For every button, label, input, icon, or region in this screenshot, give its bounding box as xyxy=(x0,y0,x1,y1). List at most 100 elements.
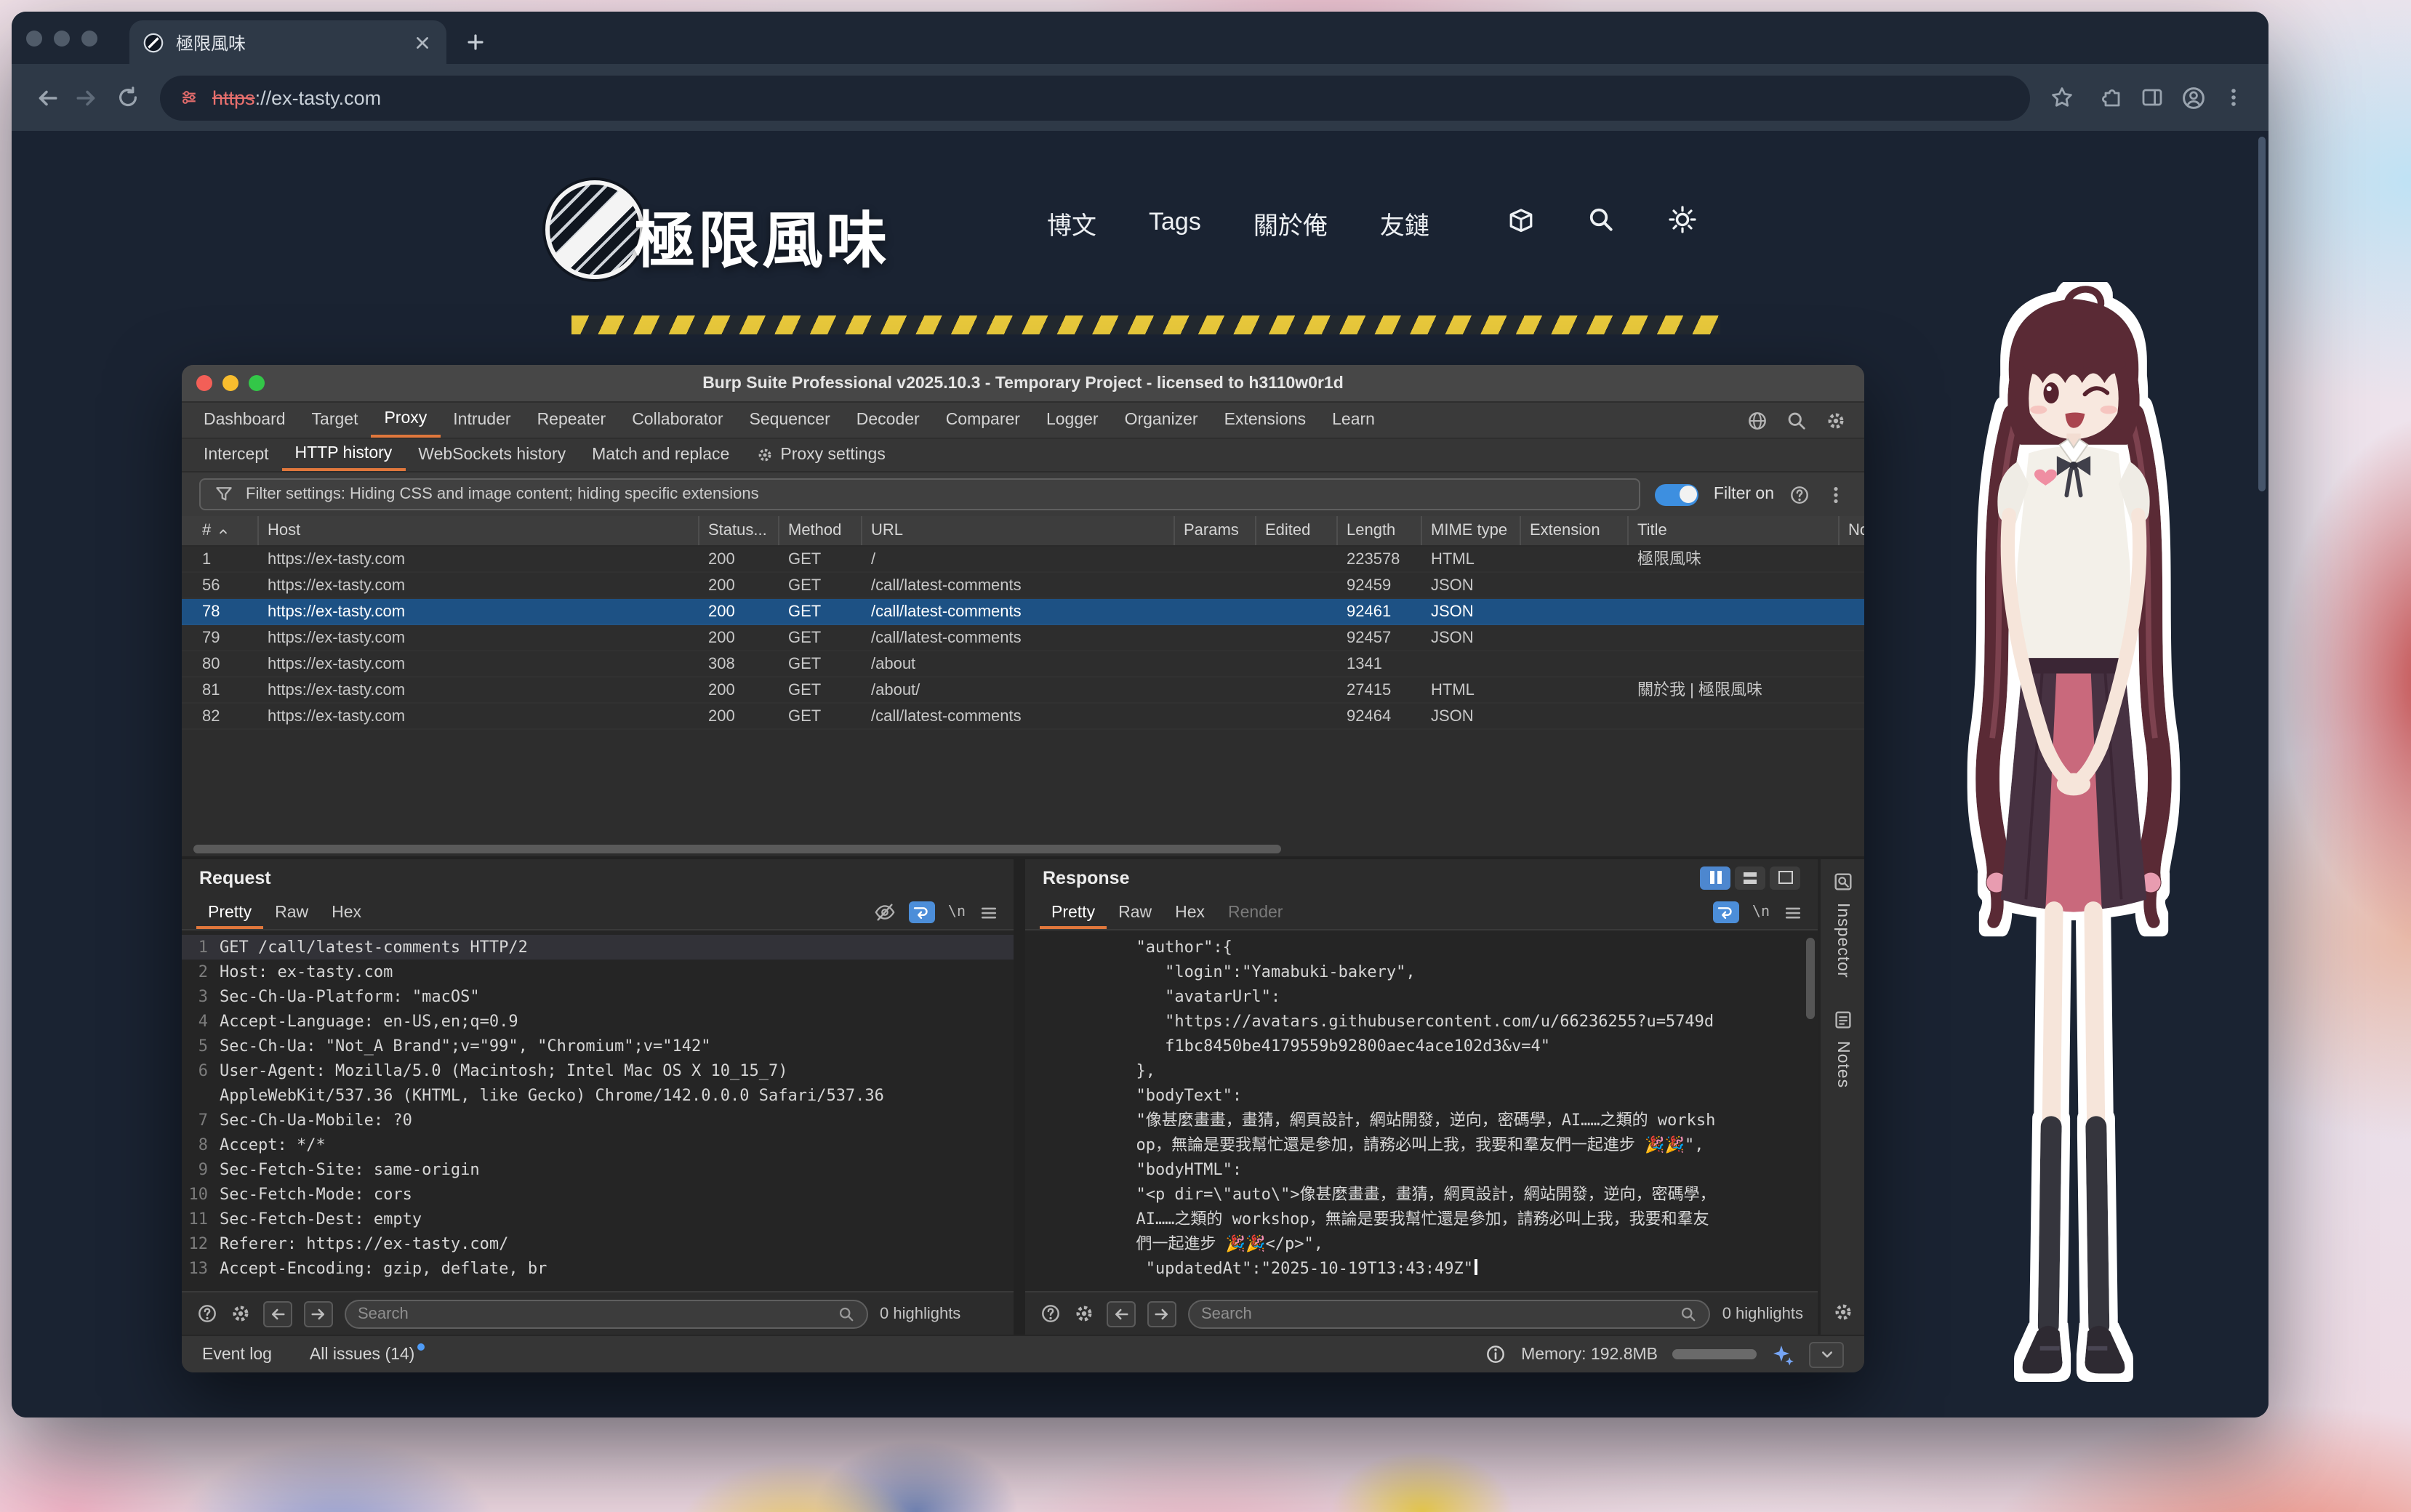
response-search-input[interactable] xyxy=(1201,1305,1672,1322)
burp-menu-tab[interactable]: Organizer xyxy=(1112,403,1211,438)
layout-single-button[interactable] xyxy=(1770,866,1800,889)
collapse-chevron-button[interactable] xyxy=(1809,1341,1844,1367)
http-history-row[interactable]: 79 https://ex-tasty.com 200 GET /call/la… xyxy=(182,625,1864,651)
scrollbar-thumb[interactable] xyxy=(193,845,1281,853)
proxy-subtab[interactable]: Match and replace xyxy=(579,439,742,471)
proxy-subtab[interactable]: Proxy settings xyxy=(742,439,898,471)
prev-match-button[interactable] xyxy=(1107,1300,1136,1327)
table-horizontal-scrollbar[interactable] xyxy=(182,842,1864,856)
column-header[interactable]: Length xyxy=(1338,516,1422,545)
window-close-button[interactable] xyxy=(26,30,42,46)
dock-settings-icon[interactable] xyxy=(1832,1301,1853,1323)
inspector-icon[interactable] xyxy=(1832,871,1853,893)
burp-menu-tab[interactable]: Collaborator xyxy=(619,403,736,438)
burp-menu-tab[interactable]: Extensions xyxy=(1211,403,1320,438)
column-header[interactable]: Note xyxy=(1840,516,1864,545)
tab-close-icon[interactable] xyxy=(412,31,433,53)
request-editor[interactable]: 1 GET /call/latest-comments HTTP/2 2 Hos… xyxy=(182,930,1014,1291)
editor-tab[interactable]: Render xyxy=(1216,896,1294,928)
window-zoom-button[interactable] xyxy=(81,30,97,46)
burp-close-button[interactable] xyxy=(196,375,212,391)
word-wrap-icon[interactable] xyxy=(909,901,935,923)
burp-menu-tab[interactable]: Repeater xyxy=(524,403,619,438)
proxy-subtab[interactable]: HTTP history xyxy=(282,439,406,471)
column-header[interactable]: Method xyxy=(779,516,862,545)
new-tab-button[interactable] xyxy=(464,31,487,54)
burp-menu-tab[interactable]: Learn xyxy=(1319,403,1388,438)
column-header[interactable]: Extension xyxy=(1521,516,1629,545)
nav-link[interactable]: 友鏈 xyxy=(1380,204,1429,241)
column-header[interactable]: Status... xyxy=(699,516,779,545)
burp-menu-tab[interactable]: Intruder xyxy=(440,403,523,438)
burp-menu-tab[interactable]: Proxy xyxy=(371,403,440,438)
help-icon[interactable] xyxy=(1789,483,1810,505)
extensions-icon[interactable] xyxy=(2091,77,2132,118)
column-header[interactable]: Edited xyxy=(1256,516,1338,545)
column-header[interactable]: Params xyxy=(1175,516,1256,545)
next-match-button[interactable] xyxy=(304,1300,333,1327)
profile-icon[interactable] xyxy=(2173,77,2213,118)
nav-link[interactable]: 博文 xyxy=(1047,204,1096,241)
all-issues-button[interactable]: All issues (14) xyxy=(310,1346,414,1363)
burp-menu-tab[interactable]: Logger xyxy=(1033,403,1112,438)
http-history-row[interactable]: 78 https://ex-tasty.com 200 GET /call/la… xyxy=(182,599,1864,625)
burp-menu-tab[interactable]: Decoder xyxy=(843,403,933,438)
side-panel-icon[interactable] xyxy=(2132,77,2173,118)
archive-box-icon[interactable] xyxy=(1505,204,1537,236)
burp-minimize-button[interactable] xyxy=(222,375,238,391)
reload-icon[interactable] xyxy=(108,77,148,118)
ai-sparkle-icon[interactable] xyxy=(1771,1343,1794,1366)
site-logo[interactable] xyxy=(545,180,644,279)
scrollbar-thumb[interactable] xyxy=(1806,938,1815,1019)
forward-icon[interactable] xyxy=(67,77,108,118)
globe-icon[interactable] xyxy=(1746,409,1768,431)
search-settings-icon[interactable] xyxy=(230,1303,252,1324)
nav-link[interactable]: 關於俺 xyxy=(1253,204,1328,241)
inspector-tab[interactable]: Inspector xyxy=(1834,903,1851,978)
page-scrollbar[interactable] xyxy=(2258,137,2266,491)
editor-menu-icon[interactable] xyxy=(979,902,999,922)
event-log-button[interactable]: Event log xyxy=(202,1346,272,1363)
request-search-input[interactable] xyxy=(358,1305,829,1322)
help-icon[interactable] xyxy=(196,1303,218,1324)
prev-match-button[interactable] xyxy=(263,1300,292,1327)
http-history-row[interactable]: 82 https://ex-tasty.com 200 GET /call/la… xyxy=(182,704,1864,730)
burp-menu-tab[interactable]: Target xyxy=(299,403,372,438)
layout-rows-button[interactable] xyxy=(1735,866,1765,889)
theme-sun-icon[interactable] xyxy=(1666,204,1698,236)
editor-tab[interactable]: Pretty xyxy=(196,896,263,928)
editor-menu-icon[interactable] xyxy=(1783,902,1803,922)
help-icon[interactable] xyxy=(1040,1303,1062,1324)
pane-divider[interactable] xyxy=(1014,859,1025,1335)
address-bar[interactable]: https://ex-tasty.com xyxy=(160,75,2030,120)
http-history-row[interactable]: 56 https://ex-tasty.com 200 GET /call/la… xyxy=(182,573,1864,599)
newline-chars-icon[interactable]: \n xyxy=(1752,904,1770,920)
hide-content-icon[interactable] xyxy=(874,901,896,923)
burp-search-icon[interactable] xyxy=(1786,409,1808,431)
site-security-icon[interactable] xyxy=(179,87,199,108)
response-scrollbar[interactable] xyxy=(1806,935,1816,1295)
info-icon[interactable] xyxy=(1485,1343,1507,1365)
browser-tab[interactable]: 極限風味 xyxy=(129,20,446,64)
burp-titlebar[interactable]: Burp Suite Professional v2025.10.3 - Tem… xyxy=(182,365,1864,403)
column-header[interactable]: Host xyxy=(259,516,699,545)
response-editor[interactable]: "author":{ "login":"Yamabuki-bakery", "a… xyxy=(1025,930,1818,1291)
newline-chars-icon[interactable]: \n xyxy=(948,904,966,920)
editor-tab[interactable]: Pretty xyxy=(1040,896,1107,928)
editor-tab[interactable]: Hex xyxy=(1163,896,1216,928)
column-header-num[interactable]: # xyxy=(193,516,259,545)
burp-menu-tab[interactable]: Dashboard xyxy=(190,403,299,438)
burp-settings-icon[interactable] xyxy=(1825,409,1847,431)
http-history-row[interactable]: 1 https://ex-tasty.com 200 GET / 223578 … xyxy=(182,547,1864,573)
next-match-button[interactable] xyxy=(1147,1300,1176,1327)
burp-zoom-button[interactable] xyxy=(249,375,265,391)
search-settings-icon[interactable] xyxy=(1073,1303,1095,1324)
bookmark-star-icon[interactable] xyxy=(2042,77,2082,118)
nav-link[interactable]: Tags xyxy=(1149,208,1201,237)
filter-settings-bar[interactable]: Filter settings: Hiding CSS and image co… xyxy=(199,478,1641,510)
filter-toggle[interactable] xyxy=(1656,483,1699,505)
column-header[interactable]: Title xyxy=(1629,516,1840,545)
word-wrap-icon[interactable] xyxy=(1713,901,1739,923)
editor-tab[interactable]: Hex xyxy=(320,896,373,928)
proxy-subtab[interactable]: WebSockets history xyxy=(405,439,579,471)
